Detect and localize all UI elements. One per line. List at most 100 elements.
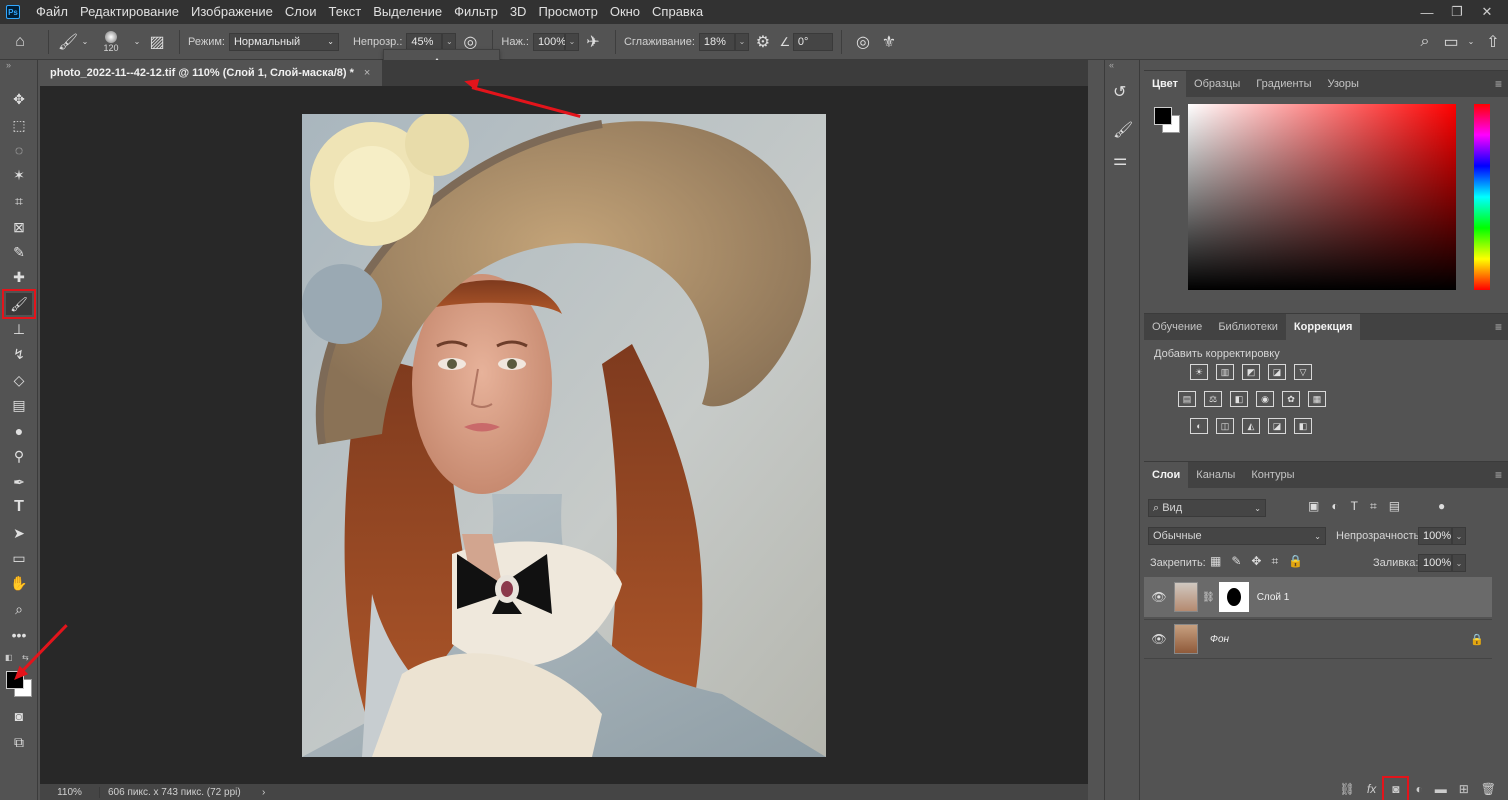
menu-item[interactable]: Выделение (367, 0, 448, 24)
menu-item[interactable]: Файл (30, 0, 74, 24)
opacity-field[interactable]: 45% (406, 32, 443, 51)
pressure-size-icon[interactable]: ◎ (850, 32, 876, 52)
layer-mask-thumbnail[interactable] (1218, 582, 1249, 612)
eraser-tool-icon[interactable]: ◇ (6, 369, 32, 391)
link-layers-icon[interactable]: ⛓ (1340, 782, 1355, 796)
lock-icon[interactable]: 🔒 (1470, 633, 1484, 646)
close-window-icon[interactable]: ✕ (1474, 3, 1500, 21)
shape-filter-icon[interactable]: ⌗ (1370, 499, 1377, 514)
dodge-tool-icon[interactable]: ⚲ (6, 445, 32, 467)
marquee-tool-icon[interactable]: ⬚ (6, 114, 32, 136)
minimize-icon[interactable]: — (1414, 3, 1440, 21)
adjustment-icon[interactable]: ▽ (1294, 364, 1312, 380)
menu-item[interactable]: Окно (604, 0, 646, 24)
menu-item[interactable]: Изображение (185, 0, 279, 24)
healing-brush-tool-icon[interactable]: ✚ (6, 266, 32, 288)
brush-settings-icon[interactable]: ▨ (143, 32, 171, 52)
layer-name[interactable]: Слой 1 (1257, 592, 1290, 603)
default-colors-icon[interactable]: ◧ (5, 653, 13, 662)
lock-all-icon[interactable]: 🔒 (1288, 554, 1303, 569)
move-tool-icon[interactable]: ✥ (6, 88, 32, 110)
panel-tab[interactable]: Обучение (1144, 314, 1210, 340)
panel-menu-icon[interactable]: ≡ (1495, 462, 1508, 488)
more-tools-icon[interactable]: ••• (6, 624, 32, 646)
add-mask-icon[interactable]: ◙ (1382, 776, 1410, 800)
adjustment-icon[interactable]: ▦ (1308, 391, 1326, 407)
adjustment-icon[interactable]: ✿ (1282, 391, 1300, 407)
adjustment-icon[interactable]: ◫ (1216, 418, 1234, 434)
adjustment-icon[interactable]: ◭ (1242, 418, 1260, 434)
swap-colors-icon[interactable]: ⇆ (22, 653, 29, 662)
adjustment-icon[interactable]: ◉ (1256, 391, 1274, 407)
panel-tab[interactable]: Узоры (1320, 71, 1367, 97)
trash-icon[interactable]: 🗑 (1481, 782, 1496, 796)
adjustment-icon[interactable]: ◧ (1230, 391, 1248, 407)
blend-mode-select[interactable]: Обычные ⌄ (1148, 527, 1326, 545)
filter-toggle-icon[interactable]: ● (1438, 499, 1445, 514)
quick-mask-icon[interactable]: ◙ (6, 705, 32, 727)
fx-icon[interactable]: fx (1367, 782, 1376, 796)
blur-tool-icon[interactable]: ● (6, 420, 32, 442)
fill-dropdown[interactable]: ⌄ (1452, 554, 1466, 572)
panel-tab[interactable]: Каналы (1188, 462, 1243, 488)
menu-item[interactable]: 3D (504, 0, 533, 24)
adjustment-icon[interactable]: ▥ (1216, 364, 1234, 380)
chevron-down-icon[interactable]: ⌄ (1464, 37, 1478, 46)
expand-icon[interactable]: « (1109, 60, 1114, 70)
frame-tool-icon[interactable]: ⊠ (6, 216, 32, 238)
menu-item[interactable]: Текст (323, 0, 368, 24)
color-field[interactable] (1188, 104, 1456, 290)
document-tab[interactable]: photo_2022-11--42-12.tif @ 110% (Слой 1,… (40, 60, 382, 86)
adjustment-icon[interactable]: ◧ (1294, 418, 1312, 434)
portrait-photo[interactable] (302, 114, 826, 757)
new-fill-layer-icon[interactable]: ◐ (1415, 782, 1422, 796)
lock-transparency-icon[interactable]: ▦ (1210, 554, 1221, 569)
adjustment-icon[interactable]: ◪ (1268, 364, 1286, 380)
lock-pixels-icon[interactable]: ✎ (1231, 554, 1241, 569)
chevron-down-icon[interactable]: ⌄ (131, 37, 143, 46)
gradient-tool-icon[interactable]: ▤ (6, 394, 32, 416)
home-icon[interactable]: ⌂ (0, 33, 40, 51)
type-filter-icon[interactable]: T (1351, 499, 1358, 514)
panel-tab[interactable]: Слои (1144, 462, 1189, 488)
angle-field[interactable]: 0° (792, 32, 833, 51)
eye-icon[interactable]: 👁 (1144, 590, 1174, 604)
share-icon[interactable]: ⇧ (1478, 32, 1508, 52)
adjustment-icon[interactable]: ☀ (1190, 364, 1208, 380)
flow-field[interactable]: 100% (532, 32, 566, 51)
menu-item[interactable]: Просмотр (532, 0, 603, 24)
layer-row[interactable]: 👁 Фон 🔒 (1144, 619, 1492, 659)
layer-filter-select[interactable]: ⌕ Вид ⌄ (1148, 499, 1266, 517)
panel-tab[interactable]: Коррекция (1285, 314, 1361, 340)
panel-tab[interactable]: Цвет (1144, 71, 1187, 97)
foreground-color-swatch[interactable] (1154, 107, 1172, 125)
smoothing-field[interactable]: 18% (698, 32, 735, 51)
panel-tab[interactable]: Образцы (1186, 71, 1248, 97)
panel-tab[interactable]: Библиотеки (1210, 314, 1286, 340)
crop-tool-icon[interactable]: ⌗ (6, 190, 32, 212)
history-panel-icon[interactable]: ↺ (1113, 82, 1126, 102)
adjustments-panel-icon[interactable]: ⚌ (1113, 150, 1127, 170)
hue-slider[interactable] (1474, 104, 1490, 290)
flow-dropdown[interactable]: ⌄ (564, 32, 579, 51)
chevron-down-icon[interactable]: ⌄ (79, 37, 91, 46)
opacity-dropdown[interactable]: ⌄ (442, 32, 457, 51)
eyedropper-tool-icon[interactable]: ✎ (6, 241, 32, 263)
search-icon[interactable]: ⌕ (1412, 33, 1438, 51)
lock-artboard-icon[interactable]: ⌗ (1271, 554, 1278, 569)
layer-opacity-field[interactable]: 100% (1418, 527, 1452, 545)
link-icon[interactable]: ⛓ (1202, 592, 1215, 603)
adjustment-icon[interactable]: ⚖ (1204, 391, 1222, 407)
menu-item[interactable]: Фильтр (448, 0, 504, 24)
clone-stamp-tool-icon[interactable]: ⊥ (6, 318, 32, 340)
panel-tab[interactable]: Контуры (1243, 462, 1302, 488)
history-brush-tool-icon[interactable]: ↯ (6, 343, 32, 365)
lasso-tool-icon[interactable]: ◌ (6, 139, 32, 161)
zoom-level[interactable]: 110% (40, 786, 100, 798)
brush-preset-icon[interactable]: 🖌 (57, 32, 79, 52)
magic-wand-tool-icon[interactable]: ✶ (6, 164, 32, 186)
pixel-filter-icon[interactable]: ▣ (1308, 499, 1319, 514)
restore-icon[interactable]: ❐ (1444, 3, 1470, 21)
panel-menu-icon[interactable]: ≡ (1495, 314, 1508, 340)
status-more-icon[interactable]: › (262, 787, 265, 798)
